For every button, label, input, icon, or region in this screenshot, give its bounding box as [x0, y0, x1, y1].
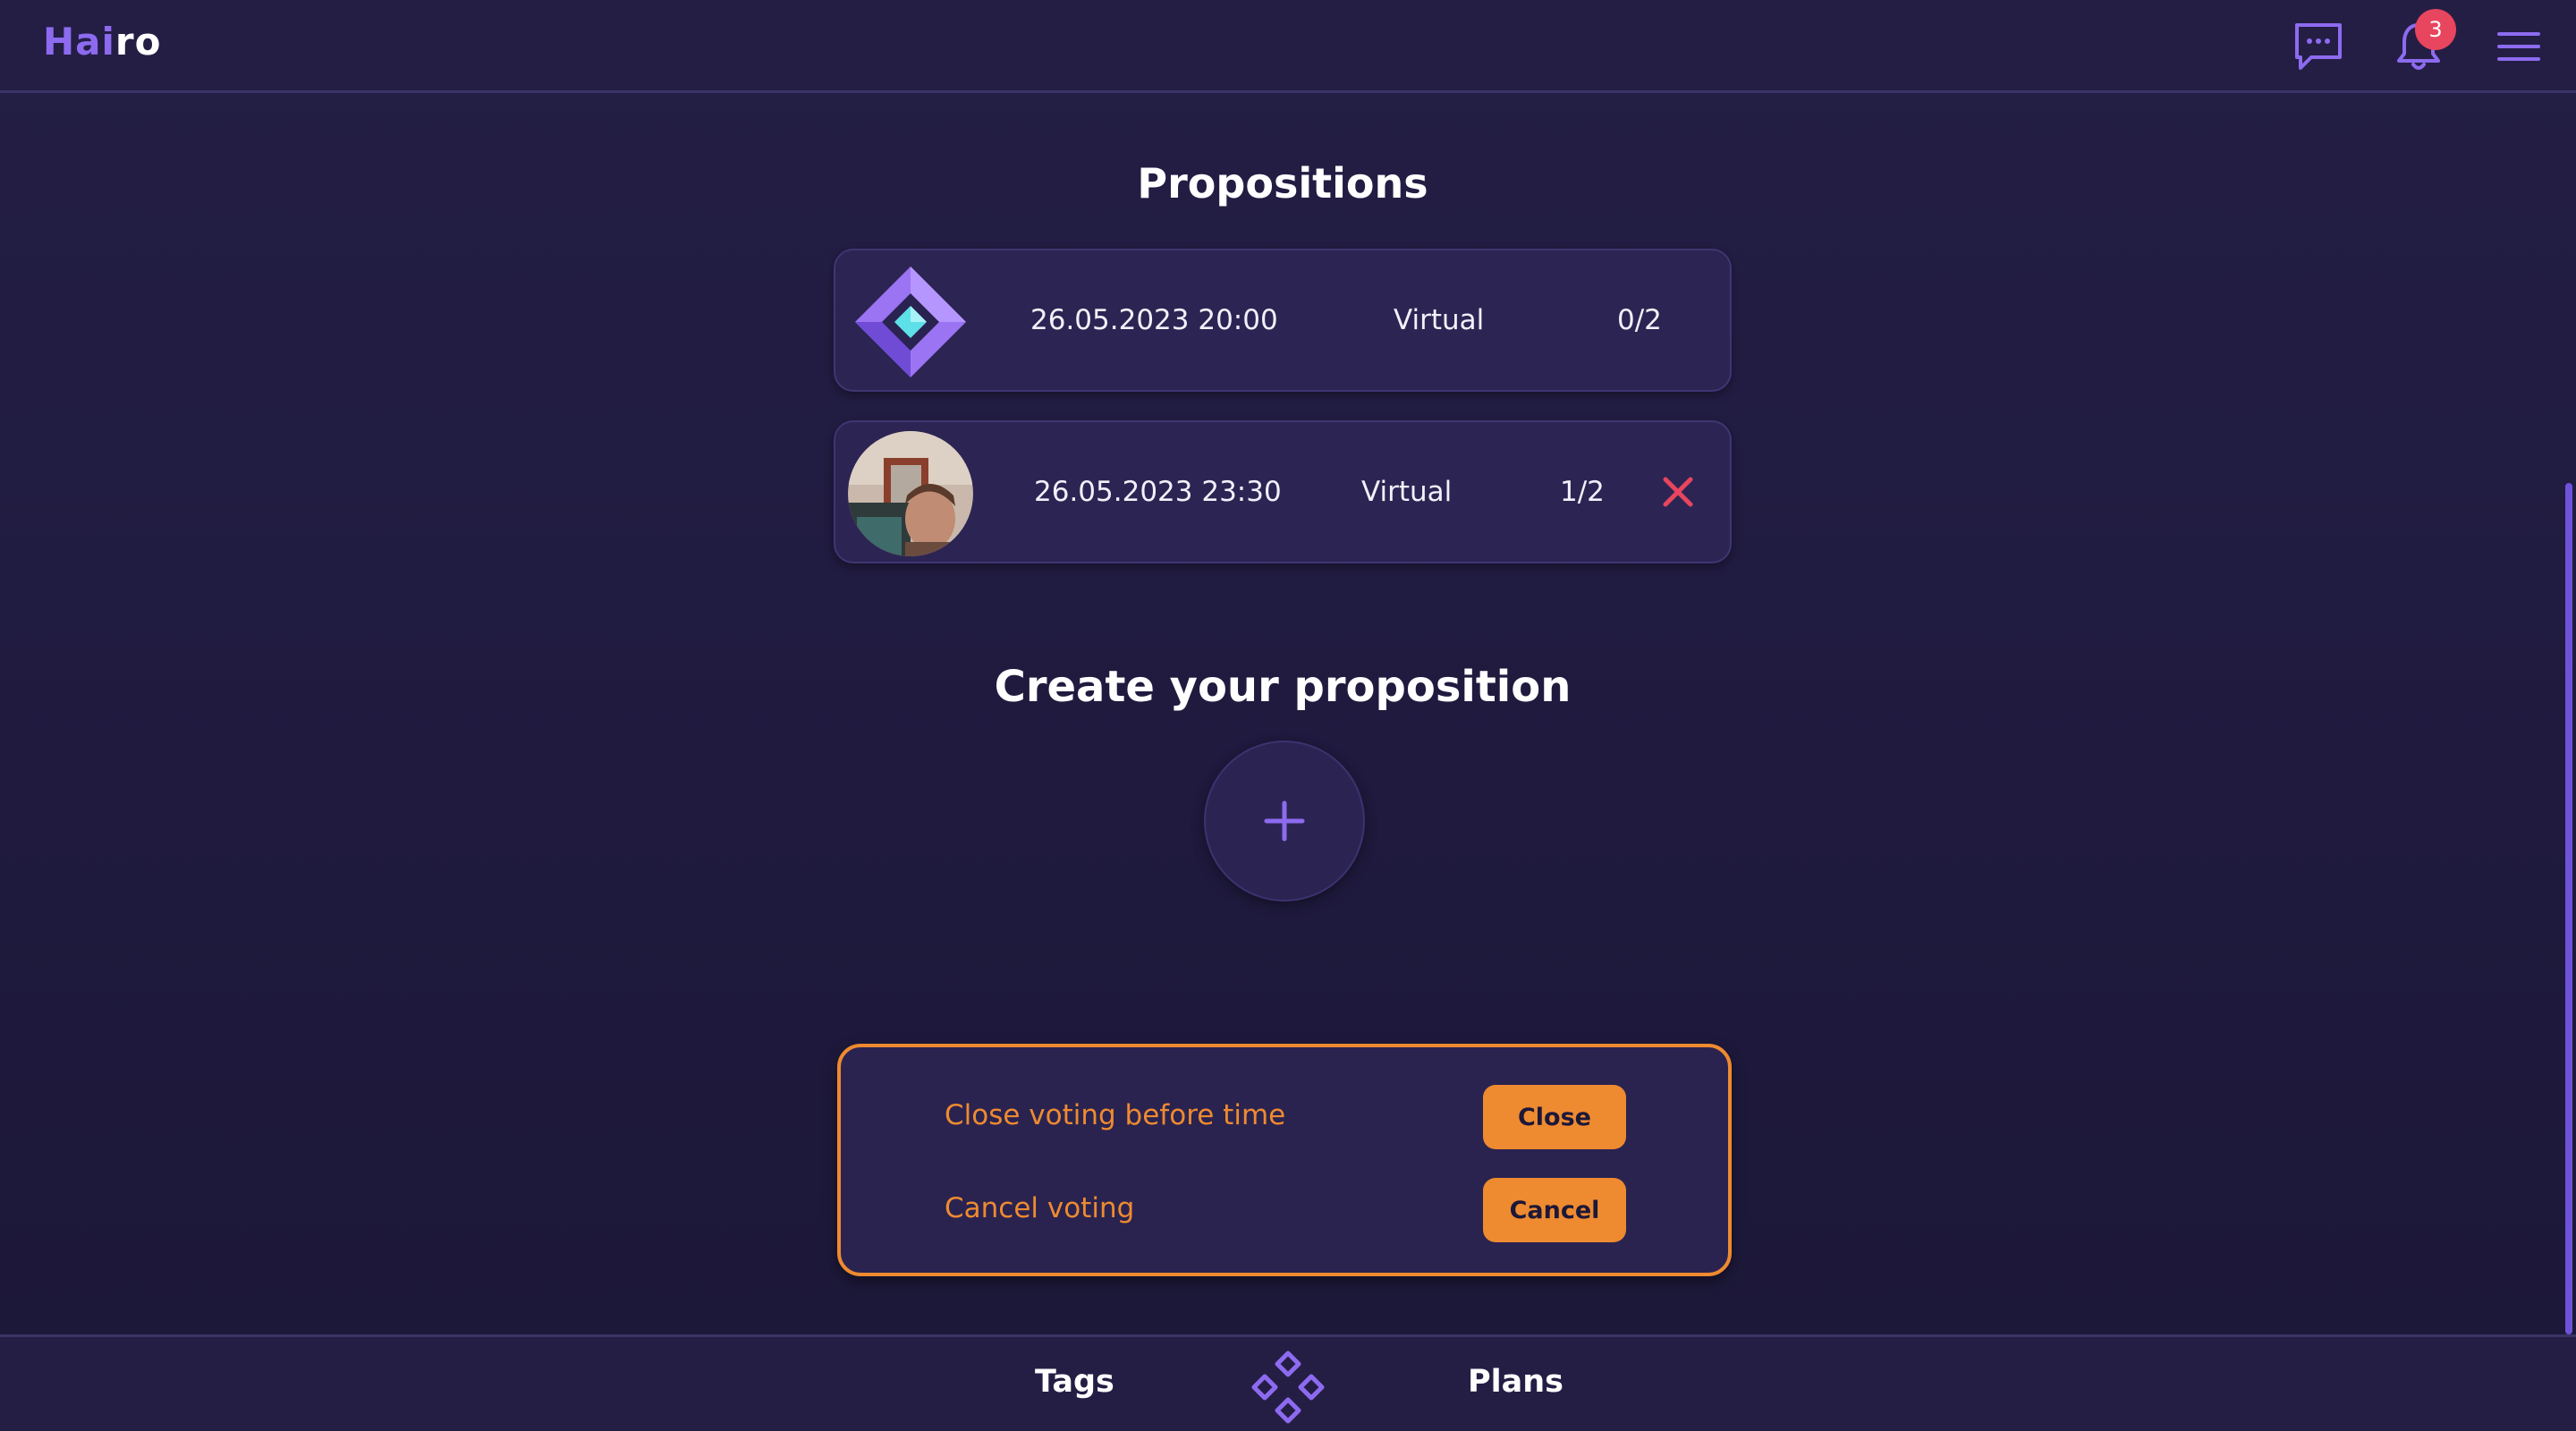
proposition-card[interactable]: 26.05.2023 20:00 Virtual 0/2 [834, 249, 1732, 392]
close-voting-label: Close voting before time [945, 1099, 1286, 1131]
plus-icon [1264, 800, 1305, 842]
cancel-voting-button[interactable]: Cancel [1483, 1178, 1626, 1242]
cancel-voting-label: Cancel voting [945, 1192, 1135, 1224]
close-voting-button[interactable]: Close [1483, 1085, 1626, 1149]
nav-plans[interactable]: Plans [1468, 1364, 1563, 1400]
proposition-votes: 0/2 [1617, 304, 1662, 336]
remove-proposition-icon[interactable] [1660, 474, 1696, 510]
menu-icon[interactable] [2490, 18, 2547, 75]
diamond-grid-icon[interactable] [1250, 1350, 1326, 1425]
top-bar: Hairo 3 [0, 0, 2576, 93]
notification-badge: 3 [2415, 9, 2456, 50]
logo-part-2: ro [114, 20, 162, 64]
proposition-type: Virtual [1361, 476, 1453, 508]
logo-part-1: Hai [43, 20, 115, 64]
brand-diamond-icon [848, 259, 973, 385]
create-proposition-title: Create your proposition [994, 662, 1572, 712]
proposition-votes: 1/2 [1560, 476, 1605, 508]
nav-tags[interactable]: Tags [1035, 1364, 1114, 1400]
proposition-type: Virtual [1394, 304, 1485, 336]
scrollbar-thumb[interactable] [2565, 483, 2572, 1334]
voting-panel: Close voting before time Close Cancel vo… [837, 1044, 1732, 1276]
app-logo[interactable]: Hairo [43, 20, 161, 64]
chat-icon[interactable] [2290, 18, 2347, 75]
bottom-navigation: Tags Plans [0, 1334, 2576, 1431]
proposition-datetime: 26.05.2023 20:00 [1030, 304, 1278, 336]
user-avatar [848, 431, 973, 556]
add-proposition-button[interactable] [1204, 741, 1365, 902]
proposition-datetime: 26.05.2023 23:30 [1034, 476, 1282, 508]
proposition-card[interactable]: 26.05.2023 23:30 Virtual 1/2 [834, 420, 1732, 563]
propositions-title: Propositions [1137, 159, 1428, 207]
